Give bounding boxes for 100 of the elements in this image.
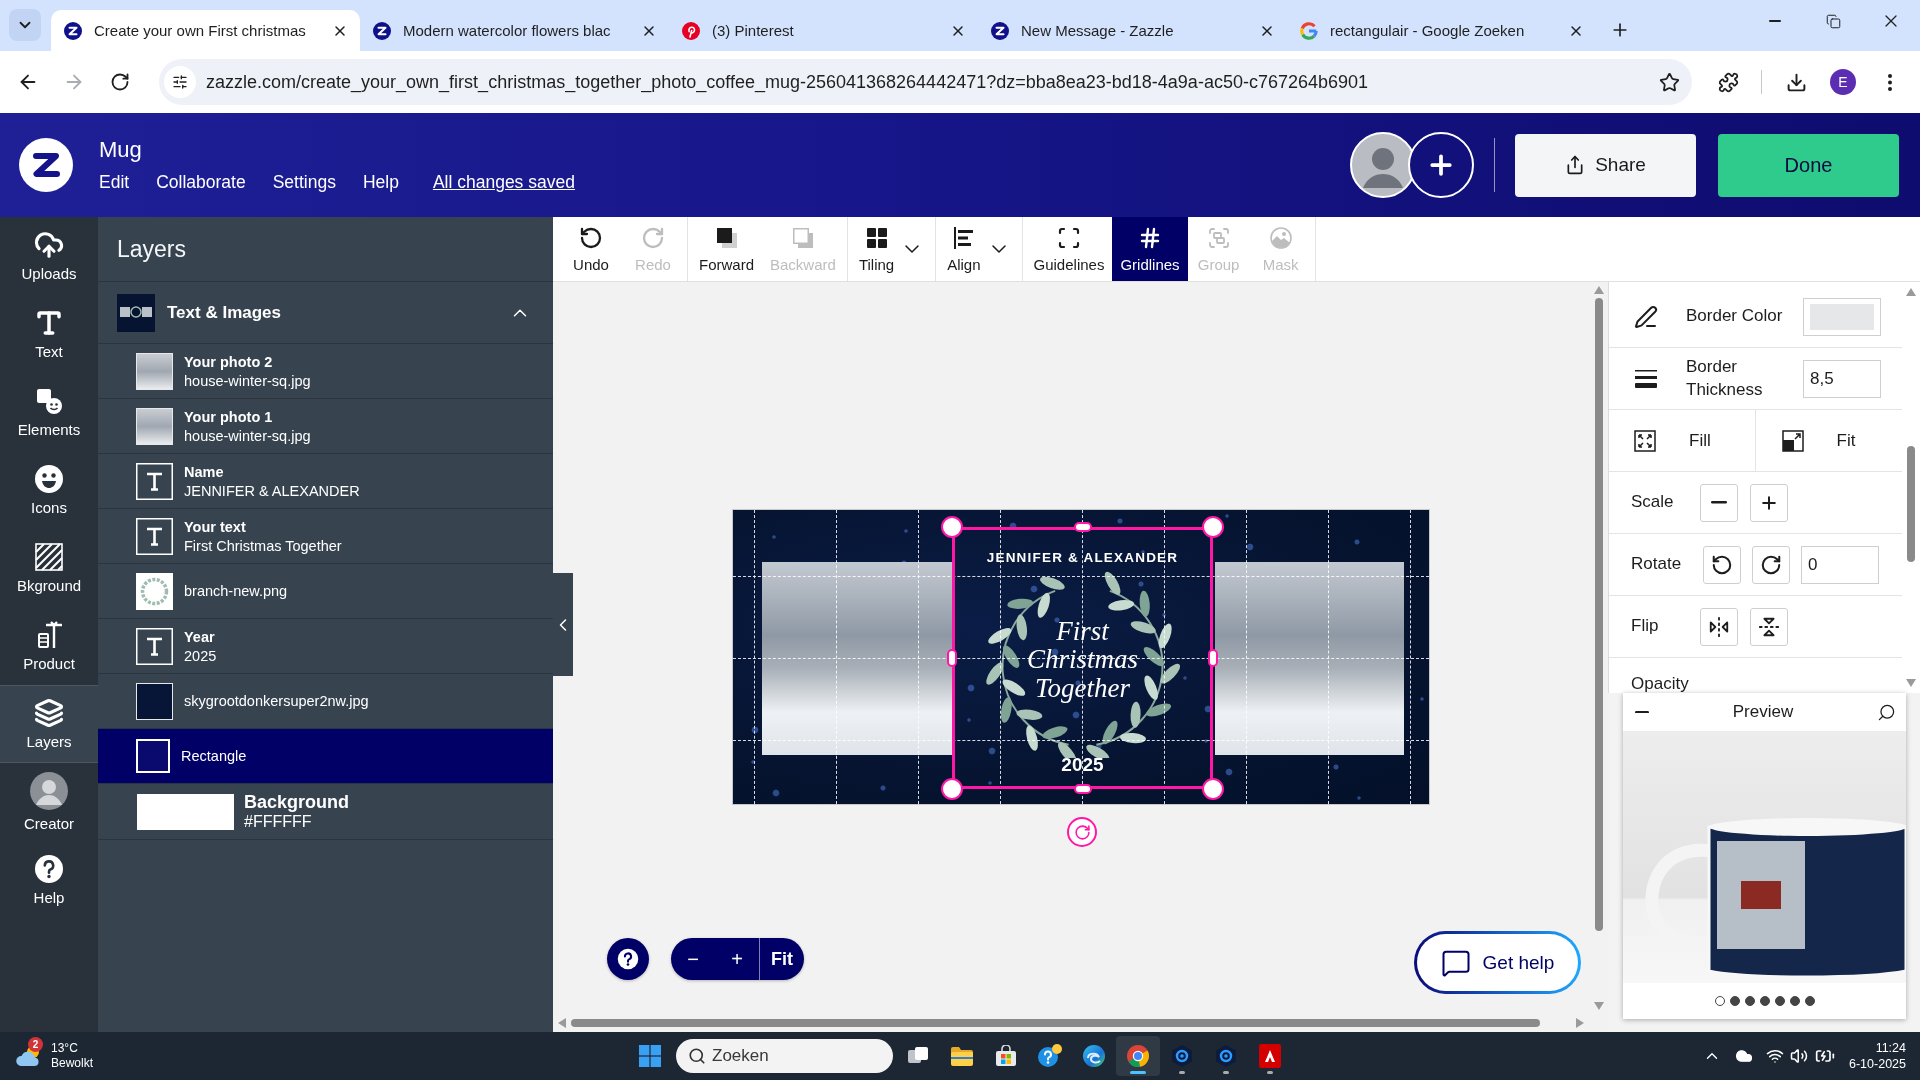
zoom-in-button[interactable]: + — [715, 938, 759, 980]
save-status-link[interactable]: All changes saved — [432, 172, 575, 193]
rotate-handle[interactable] — [1067, 817, 1097, 847]
resize-handle[interactable] — [941, 516, 963, 538]
resize-handle[interactable] — [1202, 778, 1224, 800]
toolbar-button[interactable]: Guidelines — [1025, 217, 1113, 281]
minimize-preview-button[interactable] — [1635, 710, 1649, 714]
layer-item[interactable]: Rectangle — [98, 729, 553, 784]
layer-title: Your text — [184, 518, 247, 535]
fit-button[interactable]: Fit — [760, 938, 804, 980]
resize-handle[interactable] — [947, 649, 957, 667]
carousel-dot[interactable] — [1759, 996, 1770, 1006]
group-icon — [1206, 225, 1231, 250]
flip-horizontal-button[interactable] — [1700, 607, 1738, 646]
rotate-left-button[interactable] — [1703, 545, 1741, 584]
edge-browser-icon — [1082, 1044, 1106, 1068]
browser-tab[interactable]: New Message - Zazzle — [978, 10, 1287, 51]
layer-item[interactable]: Your photo 2 house-winter-sq.jpg — [98, 344, 553, 399]
layer-item[interactable]: Name JENNIFER & ALEXANDER — [98, 454, 553, 509]
layers-icon — [34, 698, 64, 728]
wifi-icon[interactable] — [1766, 1047, 1784, 1065]
layer-item[interactable]: Your text First Christmas Together — [98, 509, 553, 564]
speaker-icon[interactable] — [1790, 1047, 1808, 1065]
sidebar-item[interactable]: Text — [0, 295, 98, 373]
layer-title: Rectangle — [181, 748, 247, 764]
more-vertical-icon — [1888, 73, 1892, 91]
resize-handle[interactable] — [1202, 516, 1224, 538]
layer-title: Name — [184, 463, 225, 480]
background-layer[interactable]: Background #FFFFFF — [98, 784, 553, 840]
bookmark-star-icon[interactable] — [1659, 71, 1680, 93]
profile-button[interactable]: E — [1830, 69, 1856, 95]
search-field[interactable]: Zoeken — [676, 1039, 893, 1073]
fill-button[interactable]: Fill — [1609, 410, 1755, 471]
sidebar-item[interactable]: Uploads — [0, 217, 98, 295]
toolbar-button[interactable]: Tiling — [850, 217, 933, 281]
logo-icon[interactable] — [19, 138, 73, 192]
rotation-field[interactable]: 0 — [1801, 545, 1879, 584]
menu-item[interactable]: Collaborate — [156, 172, 246, 193]
site-info-button[interactable] — [164, 66, 196, 98]
thickness-field[interactable]: 8,5 — [1803, 359, 1881, 398]
scroll-up-icon[interactable] — [1906, 288, 1916, 296]
sidebar-item[interactable]: Product — [0, 607, 98, 685]
zoom-preview-button[interactable] — [1877, 702, 1896, 722]
clock-button[interactable]: 11:24 6-10-2025 — [1849, 1040, 1906, 1072]
layer-group[interactable]: Text & Images — [98, 282, 553, 344]
scrollbar-thumb[interactable] — [1595, 298, 1603, 931]
browser-tab[interactable]: (3) Pinterest — [669, 10, 978, 51]
toolbar-button[interactable]: Gridlines — [1112, 217, 1188, 281]
resize-handle[interactable] — [941, 778, 963, 800]
toolbar-button[interactable]: Align — [939, 217, 1019, 281]
carousel-dot[interactable] — [1774, 996, 1785, 1006]
address-bar[interactable]: zazzle.com/create_your_own_first_christmas_together_photo_coffee_mug-256041368264442471?dz=bba8ea23-bd18-4a9a-ac50-c767264b6901 — [159, 59, 1692, 105]
toolbar-button[interactable]: Forward — [691, 217, 762, 281]
taskbar-app-button[interactable] — [1116, 1036, 1160, 1076]
share-button[interactable]: Share — [1515, 133, 1696, 197]
resize-handle[interactable] — [1208, 649, 1218, 667]
sidebar-item[interactable]: Creator — [0, 763, 98, 841]
carousel-dot[interactable] — [1729, 996, 1740, 1006]
scrollbar-thumb[interactable] — [1907, 446, 1915, 562]
cloud-icon[interactable] — [1735, 1047, 1753, 1065]
carousel-dot[interactable] — [1714, 996, 1725, 1006]
layer-item[interactable]: Your photo 1 house-winter-sq.jpg — [98, 399, 553, 454]
help-button[interactable] — [607, 938, 649, 980]
sidebar-item[interactable]: Layers — [0, 685, 98, 763]
browser-tab[interactable]: rectangulair - Google Zoeken — [1287, 10, 1596, 51]
resize-handle[interactable] — [1073, 784, 1092, 794]
pencil-icon — [1634, 304, 1658, 329]
line-weight-icon — [1634, 369, 1658, 388]
layer-subtitle: house-winter-sq.jpg — [184, 427, 311, 444]
scroll-down-icon[interactable] — [1906, 679, 1916, 687]
question-mark-icon — [617, 948, 639, 970]
zoom-out-button[interactable]: − — [671, 938, 715, 980]
toolbar-button[interactable]: Undo — [560, 217, 622, 281]
hexagon-app-icon — [1170, 1044, 1194, 1068]
scrollbar-thumb[interactable] — [571, 1019, 1540, 1027]
layer-item[interactable]: branch-new.png — [98, 564, 553, 619]
flip-vertical-button[interactable] — [1750, 607, 1788, 646]
carousel-dot[interactable] — [1789, 996, 1800, 1006]
sidebar-item[interactable]: Bkground — [0, 529, 98, 607]
rotate-right-button[interactable] — [1752, 545, 1790, 584]
browser-tab[interactable]: Modern watercolor flowers blac — [360, 10, 669, 51]
carousel-dot[interactable] — [1804, 996, 1815, 1006]
carousel-dot[interactable] — [1744, 996, 1755, 1006]
sidebar-item[interactable]: Icons — [0, 451, 98, 529]
browser-tab[interactable]: Create your own First christmas — [51, 10, 360, 51]
done-button[interactable]: Done — [1718, 133, 1899, 197]
tab-search-button[interactable] — [9, 9, 41, 41]
menu-item[interactable]: Edit — [99, 172, 130, 193]
resize-handle[interactable] — [1073, 522, 1092, 532]
color-picker-field[interactable] — [1803, 297, 1881, 336]
scale-down-button[interactable] — [1700, 483, 1738, 522]
sidebar-item[interactable]: Elements — [0, 373, 98, 451]
minus-icon — [1711, 501, 1727, 504]
sidebar-item[interactable]: Help — [0, 841, 98, 919]
menu-item[interactable]: Help — [362, 172, 399, 193]
menu-item[interactable]: Settings — [272, 172, 336, 193]
layer-title: Year — [184, 628, 216, 645]
scale-up-button[interactable] — [1750, 483, 1788, 522]
flip-horizontal-icon — [1708, 615, 1730, 638]
layer-item[interactable]: Year 2025 — [98, 619, 553, 674]
